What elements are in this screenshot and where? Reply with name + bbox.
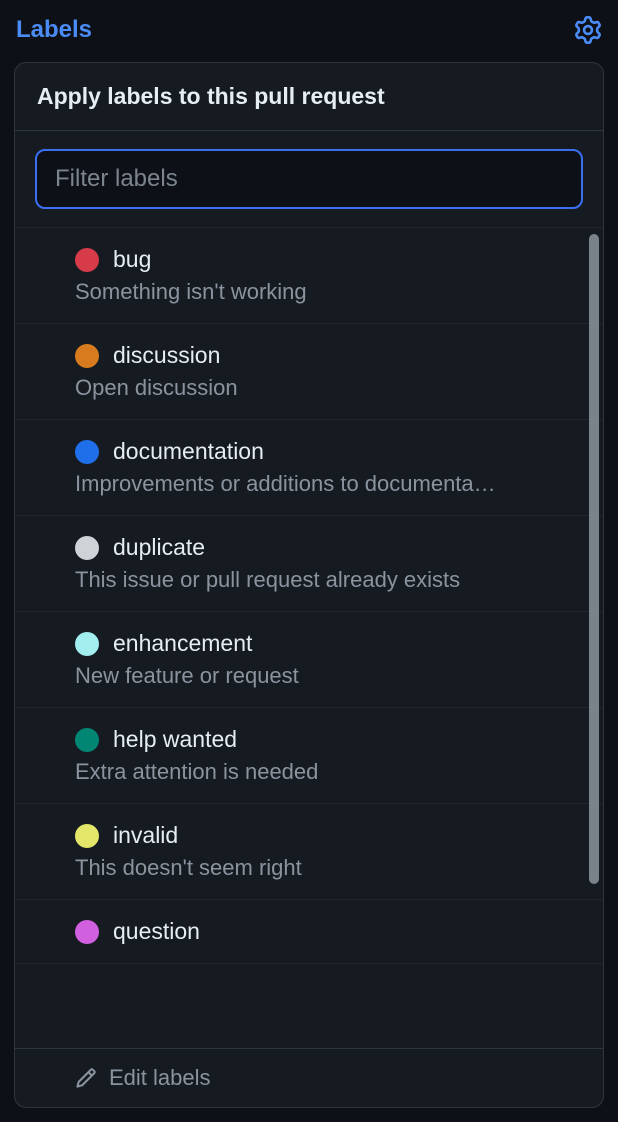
label-color-dot xyxy=(75,920,99,944)
label-color-dot xyxy=(75,440,99,464)
gear-icon[interactable] xyxy=(574,16,602,44)
label-name: invalid xyxy=(113,822,178,849)
label-item-bug[interactable]: bug Something isn't working xyxy=(15,228,603,324)
scrollbar[interactable] xyxy=(589,234,599,884)
label-name: documentation xyxy=(113,438,264,465)
label-color-dot xyxy=(75,248,99,272)
label-color-dot xyxy=(75,344,99,368)
labels-header[interactable]: Labels xyxy=(16,16,92,44)
panel-heading: Apply labels to this pull request xyxy=(15,63,603,131)
label-description: New feature or request xyxy=(75,663,581,689)
label-description: Something isn't working xyxy=(75,279,581,305)
pencil-icon xyxy=(75,1067,97,1089)
label-item-enhancement[interactable]: enhancement New feature or request xyxy=(15,612,603,708)
label-color-dot xyxy=(75,728,99,752)
label-name: bug xyxy=(113,246,151,273)
label-name: question xyxy=(113,918,200,945)
label-item-invalid[interactable]: invalid This doesn't seem right xyxy=(15,804,603,900)
labels-list-container: bug Something isn't working discussion Open… xyxy=(15,228,603,1048)
label-item-discussion[interactable]: discussion Open discussion xyxy=(15,324,603,420)
label-name: duplicate xyxy=(113,534,205,561)
label-color-dot xyxy=(75,824,99,848)
label-description: This doesn't seem right xyxy=(75,855,581,881)
label-name: enhancement xyxy=(113,630,252,657)
label-item-duplicate[interactable]: duplicate This issue or pull request alre… xyxy=(15,516,603,612)
filter-labels-input[interactable] xyxy=(35,149,583,209)
label-description: This issue or pull request already exist… xyxy=(75,567,581,593)
label-description: Improvements or additions to documenta… xyxy=(75,471,581,497)
label-item-documentation[interactable]: documentation Improvements or additions t… xyxy=(15,420,603,516)
label-item-question[interactable]: question xyxy=(15,900,603,964)
edit-labels-text: Edit labels xyxy=(109,1065,211,1091)
label-color-dot xyxy=(75,632,99,656)
edit-labels-link[interactable]: Edit labels xyxy=(15,1048,603,1107)
label-item-help-wanted[interactable]: help wanted Extra attention is needed xyxy=(15,708,603,804)
label-description: Extra attention is needed xyxy=(75,759,581,785)
label-name: help wanted xyxy=(113,726,237,753)
label-color-dot xyxy=(75,536,99,560)
label-description: Open discussion xyxy=(75,375,581,401)
labels-list: bug Something isn't working discussion Open… xyxy=(15,228,603,964)
labels-panel: Apply labels to this pull request bug Som… xyxy=(14,62,604,1108)
label-name: discussion xyxy=(113,342,220,369)
filter-container xyxy=(15,131,603,228)
